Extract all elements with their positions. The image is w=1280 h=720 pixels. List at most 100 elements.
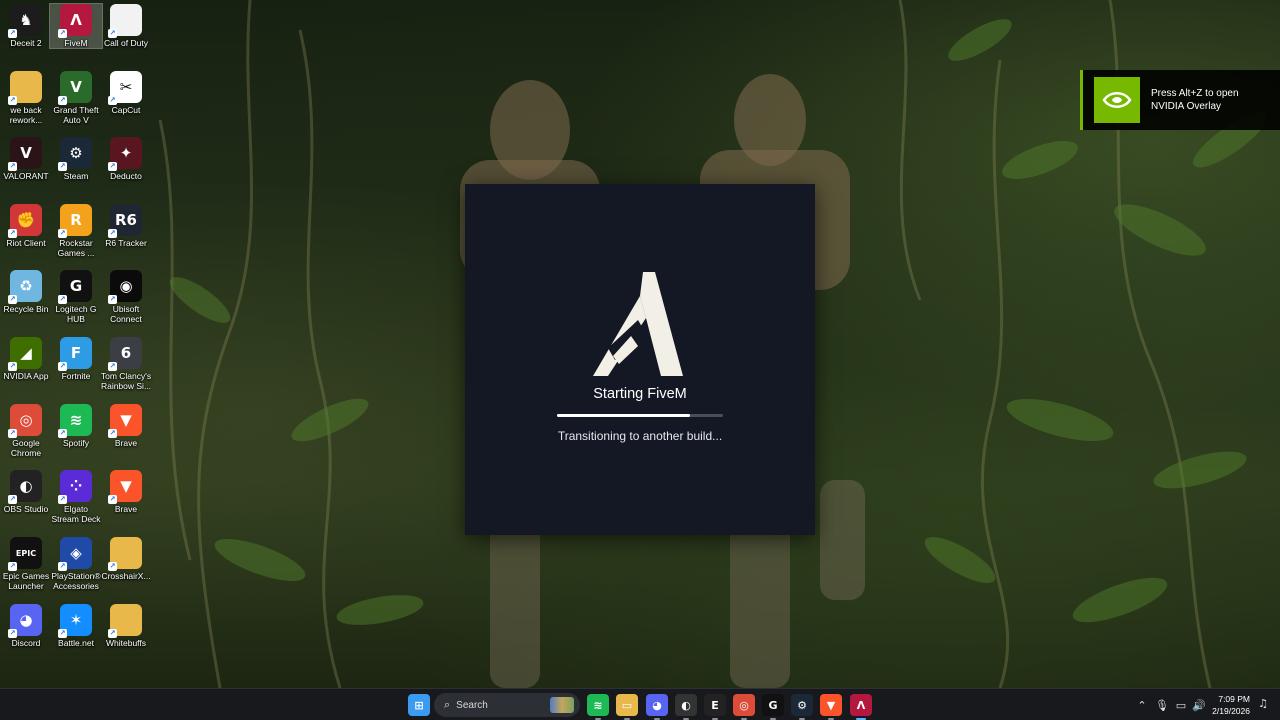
epic-games-icon: EPIC ↗ bbox=[8, 537, 42, 571]
taskbar-windows-start-icon[interactable]: ⊞ bbox=[408, 694, 430, 716]
shortcut-arrow-icon: ↗ bbox=[108, 96, 117, 105]
shortcut-arrow-icon: ↗ bbox=[108, 162, 117, 171]
desktop-icon-elgato-stream-deck[interactable]: ⁘ ↗ Elgato Stream Deck bbox=[50, 470, 102, 524]
search-icon: ⌕ bbox=[444, 698, 451, 711]
taskbar-brave-icon[interactable]: ▼ bbox=[820, 694, 842, 720]
recycle-bin-icon: ♻ ↗ bbox=[8, 270, 42, 304]
shortcut-arrow-icon: ↗ bbox=[108, 229, 117, 238]
desktop-icon-label: Discord bbox=[11, 638, 41, 648]
shortcut-arrow-icon: ↗ bbox=[58, 495, 67, 504]
desktop-icon-label: CapCut bbox=[111, 105, 141, 115]
taskbar-clock[interactable]: 7:09 PM 2/19/2026 bbox=[1206, 693, 1250, 717]
taskbar-search-box[interactable]: ⌕ Search bbox=[434, 693, 580, 717]
stream-deck-icon: ⁘ ↗ bbox=[58, 470, 92, 504]
notification-bell-icon[interactable]: ♫ bbox=[1256, 697, 1270, 711]
desktop-icon-fivem[interactable]: Λ ↗ FiveM bbox=[49, 3, 103, 49]
shortcut-arrow-icon: ↗ bbox=[108, 429, 117, 438]
shortcut-arrow-icon: ↗ bbox=[108, 629, 117, 638]
taskbar-chrome-icon[interactable]: ◎ bbox=[733, 694, 755, 720]
splash-title: Starting FiveM bbox=[593, 386, 687, 402]
desktop-icon-nvidia-app[interactable]: ◢ ↗ NVIDIA App bbox=[0, 337, 52, 381]
desktop-icon-recycle-bin[interactable]: ♻ ↗ Recycle Bin bbox=[0, 270, 52, 314]
chevron-up-icon[interactable]: ⌃ bbox=[1132, 699, 1152, 712]
desktop-icon-valorant[interactable]: V ↗ VALORANT bbox=[0, 137, 52, 181]
shortcut-arrow-icon: ↗ bbox=[58, 295, 67, 304]
desktop-icon-discord[interactable]: ◕ ↗ Discord bbox=[0, 604, 52, 648]
desktop-icon-spotify[interactable]: ≋ ↗ Spotify bbox=[50, 404, 102, 448]
desktop-icon-deceit-2[interactable]: ♞ ↗ Deceit 2 bbox=[0, 4, 52, 48]
desktop-icon-grand-theft-auto-v[interactable]: V ↗ Grand Theft Auto V bbox=[50, 71, 102, 125]
desktop-icon-logitech-g-hub[interactable]: G ↗ Logitech G HUB bbox=[50, 270, 102, 324]
desktop-icon-label: Whitebuffs bbox=[105, 638, 146, 648]
desktop-icon-label: Steam bbox=[63, 171, 89, 181]
spotify-icon: ≋ ↗ bbox=[58, 404, 92, 438]
desktop-icon-ubisoft-connect[interactable]: ◉ ↗ Ubisoft Connect bbox=[100, 270, 152, 324]
deceit-icon: ♞ ↗ bbox=[8, 4, 42, 38]
brave-icon: ▼ ↗ bbox=[108, 470, 142, 504]
taskbar-epic-games-icon[interactable]: E bbox=[704, 694, 726, 720]
taskbar-fivem-icon[interactable]: Λ bbox=[850, 694, 872, 720]
clock-date: 2/19/2026 bbox=[1212, 706, 1250, 716]
shortcut-arrow-icon: ↗ bbox=[108, 362, 117, 371]
desktop-icon-label: Battle.net bbox=[58, 638, 94, 648]
taskbar-file-explorer-icon[interactable]: ▭ bbox=[616, 694, 638, 720]
desktop-icon-label: OBS Studio bbox=[3, 504, 49, 514]
desktop-icon-brave[interactable]: ▼ ↗ Brave bbox=[100, 470, 152, 514]
battlenet-icon: ✶ ↗ bbox=[58, 604, 92, 638]
taskbar-logitech-icon[interactable]: G bbox=[762, 694, 784, 720]
nvidia-toast-line1: Press Alt+Z to open bbox=[1151, 88, 1239, 99]
folder-icon: ↗ bbox=[8, 71, 42, 105]
desktop-icon-battle-net[interactable]: ✶ ↗ Battle.net bbox=[50, 604, 102, 648]
desktop-icon-whitebuffs[interactable]: ↗ Whitebuffs bbox=[100, 604, 152, 648]
shortcut-arrow-icon: ↗ bbox=[58, 629, 67, 638]
desktop-icon-google-chrome[interactable]: ◎ ↗ Google Chrome bbox=[0, 404, 52, 458]
taskbar-spotify-icon[interactable]: ≋ bbox=[587, 694, 609, 720]
desktop-icon-r6-tracker[interactable]: R6 ↗ R6 Tracker bbox=[100, 204, 152, 248]
desktop-icon-we-back-rework[interactable]: ↗ we back rework... bbox=[0, 71, 52, 125]
desktop-icon-deducto[interactable]: ✦ ↗ Deducto bbox=[100, 137, 152, 181]
shortcut-arrow-icon: ↗ bbox=[8, 429, 17, 438]
desktop-icon-epic-games-launcher[interactable]: EPIC ↗ Epic Games Launcher bbox=[0, 537, 52, 591]
shortcut-arrow-icon: ↗ bbox=[108, 29, 117, 38]
obs-icon: ◐ ↗ bbox=[8, 470, 42, 504]
blank-file-icon: ↗ bbox=[108, 4, 142, 38]
splash-status-text: Transitioning to another build... bbox=[557, 429, 723, 443]
nvidia-overlay-notification[interactable]: Press Alt+Z to open NVIDIA Overlay bbox=[1080, 70, 1280, 130]
desktop-icon-tom-clancy-s-rainbow-si[interactable]: 6 ↗ Tom Clancy's Rainbow Si... bbox=[100, 337, 152, 391]
steam-icon: ⚙ ↗ bbox=[58, 137, 92, 171]
desktop-icon-capcut[interactable]: ✂ ↗ CapCut bbox=[100, 71, 152, 115]
desktop-icon-label: PlayStation® Accessories bbox=[51, 571, 101, 591]
desktop-icon-label: Brave bbox=[114, 438, 138, 448]
r6-tracker-icon: R6 ↗ bbox=[108, 204, 142, 238]
desktop-icon-riot-client[interactable]: ✊ ↗ Riot Client bbox=[0, 204, 52, 248]
taskbar-steam-icon[interactable]: ⚙ bbox=[791, 694, 813, 720]
desktop-icon-steam[interactable]: ⚙ ↗ Steam bbox=[50, 137, 102, 181]
shortcut-arrow-icon: ↗ bbox=[58, 96, 67, 105]
fivem-icon: Λ ↗ bbox=[58, 4, 92, 38]
microphone-icon[interactable]: 🎙 bbox=[1152, 699, 1172, 712]
clock-time: 7:09 PM bbox=[1218, 694, 1250, 704]
taskbar-discord-icon[interactable]: ◕ bbox=[646, 694, 668, 720]
desktop-icon-obs-studio[interactable]: ◐ ↗ OBS Studio bbox=[0, 470, 52, 514]
taskbar-search-placeholder: Search bbox=[456, 699, 488, 711]
shortcut-arrow-icon: ↗ bbox=[8, 362, 17, 371]
desktop-icon-label: FiveM bbox=[64, 38, 88, 48]
desktop-icon-label: Riot Client bbox=[6, 238, 46, 248]
network-icon[interactable]: ▭ bbox=[1172, 699, 1190, 712]
taskbar-obs-icon[interactable]: ◐ bbox=[675, 694, 697, 720]
shortcut-arrow-icon: ↗ bbox=[58, 162, 67, 171]
desktop-icon-call-of-duty[interactable]: ↗ Call of Duty bbox=[100, 4, 152, 48]
gta-icon: V ↗ bbox=[58, 71, 92, 105]
desktop-icon-brave[interactable]: ▼ ↗ Brave bbox=[100, 404, 152, 448]
rainbow-six-icon: 6 ↗ bbox=[108, 337, 142, 371]
desktop-icon-rockstar-games[interactable]: R ↗ Rockstar Games ... bbox=[50, 204, 102, 258]
desktop-icon-playstation-accessories[interactable]: ◈ ↗ PlayStation® Accessories bbox=[50, 537, 102, 591]
shortcut-arrow-icon: ↗ bbox=[108, 295, 117, 304]
brave-icon: ▼ ↗ bbox=[108, 404, 142, 438]
desktop-icon-crosshairx[interactable]: ↗ CrosshairX... bbox=[100, 537, 152, 581]
nvidia-icon: ◢ ↗ bbox=[8, 337, 42, 371]
desktop-icon-fortnite[interactable]: F ↗ Fortnite bbox=[50, 337, 102, 381]
taskbar: ⌕ Search ⊞ ≋ ▭ ◕ ◐ E ◎ G ⚙ ▼ Λ ⌃ 🎙 ▭ 🔊 7:09 PM 2/1… bbox=[0, 688, 1280, 720]
desktop-icon-label: Deducto bbox=[110, 171, 142, 181]
system-tray: ⌃ 🎙 ▭ 🔊 bbox=[1132, 689, 1208, 720]
